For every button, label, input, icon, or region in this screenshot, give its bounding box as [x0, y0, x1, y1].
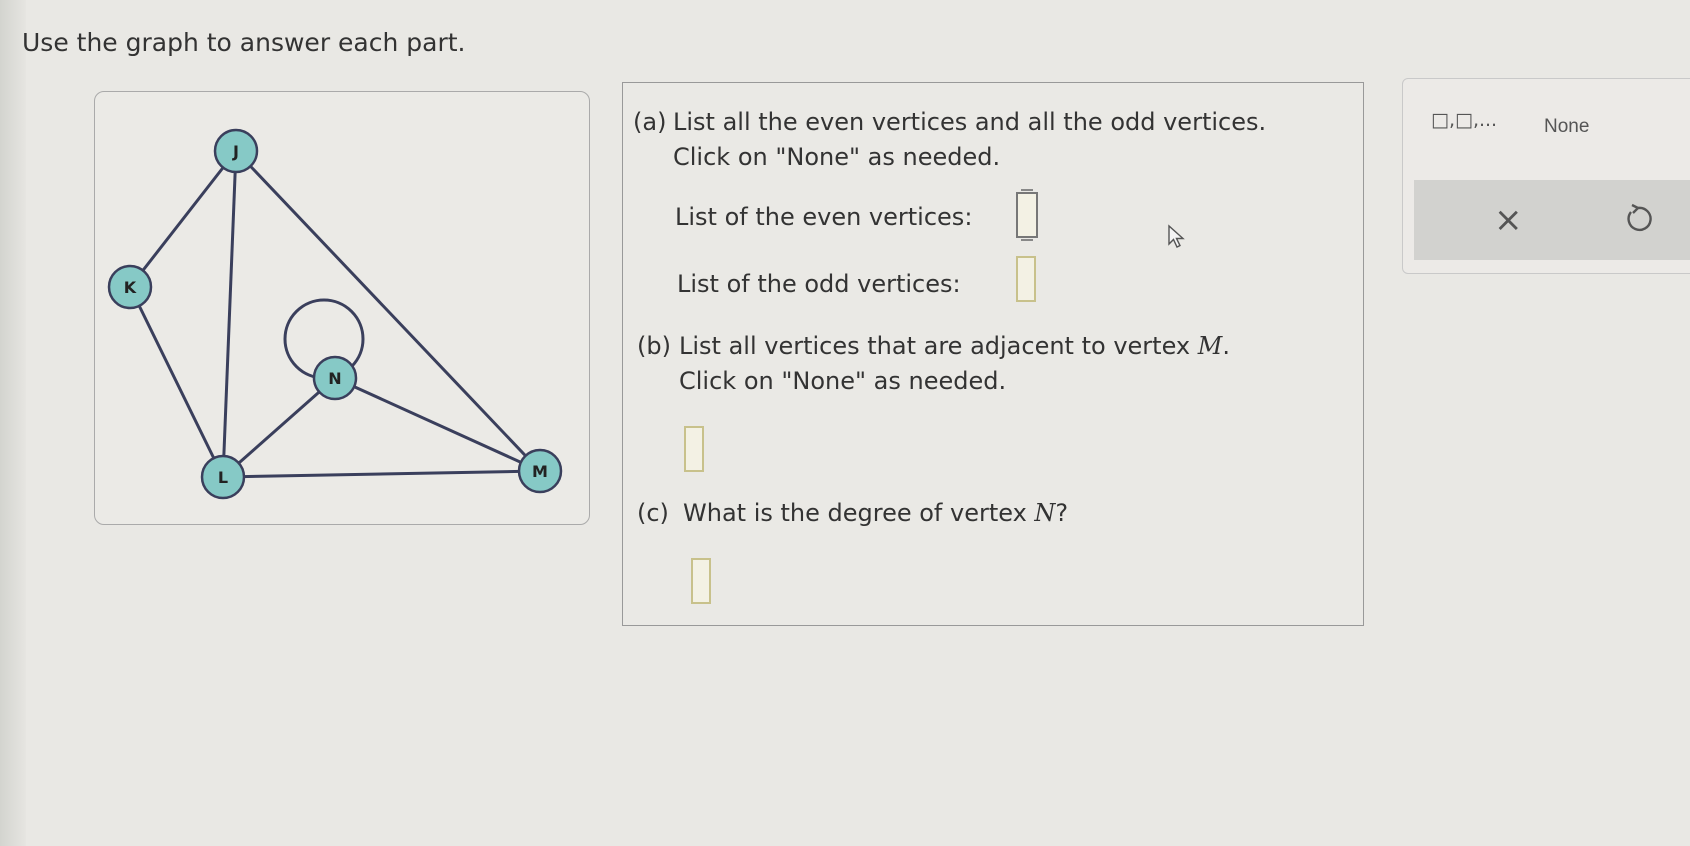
part-b-line2: Click on "None" as needed.: [679, 367, 1007, 395]
vertex-n-label: N: [328, 369, 341, 388]
vertex-k-label: K: [124, 278, 137, 297]
odd-vertices-label: List of the odd vertices:: [677, 270, 961, 298]
graph-figure: J K N L M: [107, 128, 563, 500]
vertex-m-label: M: [532, 462, 548, 481]
instructions: Use the graph to answer each part.: [22, 28, 466, 57]
edge-j-m: [234, 149, 542, 473]
part-b-label: (b): [637, 332, 671, 360]
left-edge-shadow: [0, 0, 26, 846]
even-vertices-label: List of the even vertices:: [675, 203, 973, 231]
edge-l-n: [222, 376, 336, 479]
part-a-line2: Click on "None" as needed.: [673, 143, 1001, 171]
edge-j-l: [221, 150, 238, 478]
part-b-text: List all vertices that are adjacent to v…: [679, 332, 1198, 360]
part-b-period: .: [1222, 332, 1230, 360]
none-button[interactable]: None: [1544, 116, 1589, 138]
question-panel: (a) List all the even vertices and all t…: [622, 82, 1364, 626]
vertex-l-label: L: [218, 468, 228, 487]
part-c-label: (c): [637, 499, 669, 527]
degree-input[interactable]: [691, 558, 711, 604]
even-vertices-input[interactable]: [1016, 189, 1038, 241]
vertex-j-label: J: [232, 142, 239, 161]
edge-l-m: [222, 469, 541, 479]
part-c-text: What is the degree of vertex: [683, 499, 1035, 527]
answer-tool-palette: □,□,... None ×: [1402, 78, 1690, 274]
part-a-label: (a): [633, 108, 667, 136]
vertex-m-var: M: [1197, 332, 1223, 360]
odd-vertices-input[interactable]: [1016, 256, 1036, 302]
clear-icon[interactable]: ×: [1494, 200, 1523, 240]
adjacent-vertices-input[interactable]: [684, 426, 704, 472]
part-b-line1: List all vertices that are adjacent to v…: [679, 329, 1230, 364]
undo-icon[interactable]: [1622, 202, 1654, 234]
edge-j-k: [128, 150, 238, 288]
list-template-button[interactable]: □,□,...: [1431, 109, 1497, 131]
mouse-cursor-icon: [1168, 224, 1185, 248]
part-a-line1: List all the even vertices and all the o…: [673, 108, 1267, 136]
part-c-line: What is the degree of vertex N?: [683, 496, 1068, 531]
edge-k-l: [128, 286, 225, 478]
edge-n-m: [334, 376, 541, 473]
part-c-qmark: ?: [1055, 499, 1069, 527]
vertex-n-var: N: [1034, 499, 1056, 527]
tool-action-bar: ×: [1414, 180, 1690, 260]
graph-panel: J K N L M: [94, 91, 590, 525]
